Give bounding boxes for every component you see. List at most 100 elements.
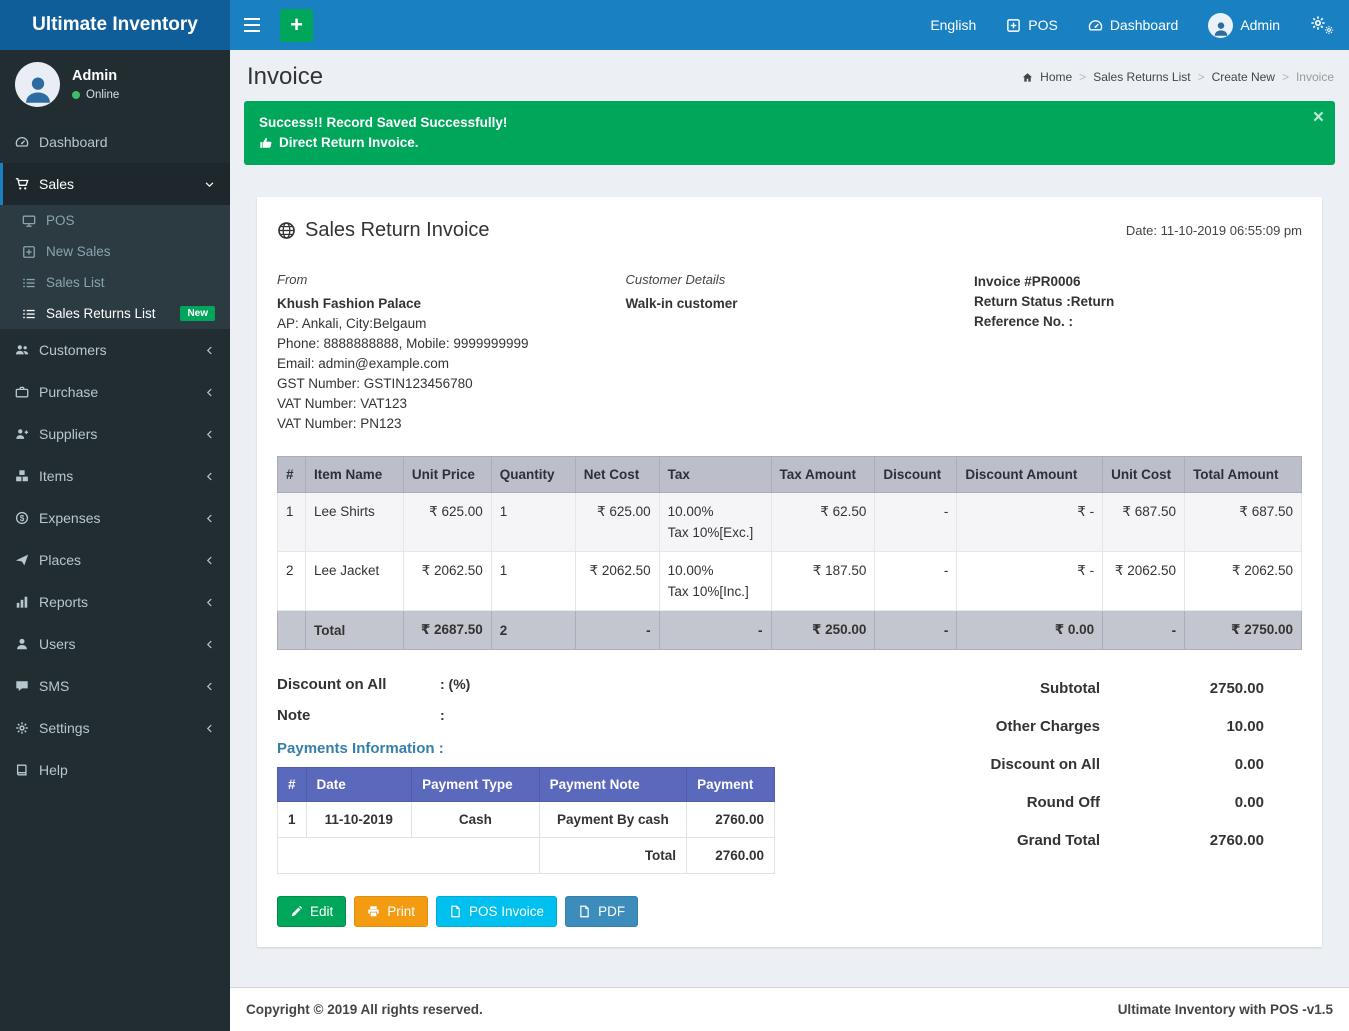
cell-sn: 2	[278, 552, 306, 611]
sidebar-item-help[interactable]: Help	[0, 749, 230, 791]
edit-button[interactable]: Edit	[277, 896, 346, 927]
column-header-unit-cost: Unit Cost	[1103, 457, 1185, 493]
column-header-item-name: Item Name	[305, 457, 403, 493]
chevron-left-icon	[204, 345, 215, 356]
user-menu[interactable]: Admin	[1193, 0, 1295, 50]
cell-tax-amount: ₹ 62.50	[771, 493, 875, 552]
language-label: English	[930, 17, 976, 33]
cell-unit-price: ₹ 2062.50	[403, 552, 491, 611]
breadcrumb: Home > Sales Returns List > Create New >…	[1022, 70, 1334, 84]
sidebar-toggle-button[interactable]	[230, 0, 274, 50]
pdf-icon	[578, 905, 591, 918]
dashboard-link[interactable]: Dashboard	[1073, 0, 1194, 50]
sidebar-item-label: Sales List	[46, 275, 105, 290]
sidebar-item-customers[interactable]: Customers	[0, 329, 230, 371]
return-status: Return Status :Return	[974, 292, 1302, 312]
pos-link[interactable]: POS	[991, 0, 1073, 50]
chevron-left-icon	[204, 597, 215, 608]
copyright-text: Copyright © 2019 All rights reserved.	[246, 1002, 483, 1017]
sidebar-profile: Admin Online	[0, 50, 230, 121]
online-dot-icon	[72, 91, 80, 99]
add-button[interactable]: +	[280, 9, 313, 42]
invoice-number: Invoice #PR0006	[974, 272, 1302, 292]
app-title: Ultimate Inventory	[32, 14, 198, 36]
summary-row-discount-on-all: Discount on All 0.00	[991, 756, 1264, 773]
from-label: From	[277, 272, 626, 287]
summary-row-other-charges: Other Charges 10.00	[991, 718, 1264, 735]
sidebar-item-expenses[interactable]: Expenses	[0, 497, 230, 539]
total-discount: -	[875, 611, 957, 650]
cell-net-cost: ₹ 625.00	[575, 493, 659, 552]
cell-unit-price: ₹ 625.00	[403, 493, 491, 552]
cell-tax-amount: ₹ 187.50	[771, 552, 875, 611]
customer-details-label: Customer Details	[626, 272, 975, 287]
chevron-left-icon	[204, 639, 215, 650]
sidebar-item-dashboard[interactable]: Dashboard	[0, 121, 230, 163]
language-menu[interactable]: English	[915, 0, 991, 50]
pdf-button[interactable]: PDF	[565, 896, 638, 927]
items-total-row: Total ₹ 2687.50 2 - - ₹ 250.00 - ₹ 0.00 …	[278, 611, 1302, 650]
chevron-left-icon	[204, 429, 215, 440]
sidebar-item-new-sales[interactable]: New Sales	[0, 236, 230, 267]
sidebar-item-reports[interactable]: Reports	[0, 581, 230, 623]
cell-unit-cost: ₹ 687.50	[1103, 493, 1185, 552]
cell-item-name: Lee Shirts	[305, 493, 403, 552]
sidebar-item-users[interactable]: Users	[0, 623, 230, 665]
pos-icon	[22, 214, 36, 228]
app-logo[interactable]: Ultimate Inventory	[0, 0, 230, 50]
footer: Copyright © 2019 All rights reserved. Ul…	[230, 987, 1349, 1031]
total-unit-cost: -	[1103, 611, 1185, 650]
sms-icon	[15, 679, 29, 693]
cell-sn: 1	[278, 493, 306, 552]
cell-payment-note: Payment By cash	[539, 802, 686, 838]
close-icon[interactable]: ×	[1313, 107, 1324, 129]
breadcrumb-home[interactable]: Home	[1040, 70, 1072, 84]
breadcrumb-create-new[interactable]: Create New	[1212, 70, 1275, 84]
column-header-payment-note: Payment Note	[539, 768, 686, 802]
plus-icon: +	[290, 14, 303, 36]
sidebar-item-sales-list[interactable]: Sales List	[0, 267, 230, 298]
chevron-left-icon	[204, 681, 215, 692]
company-vat-1: VAT Number: VAT123	[277, 394, 626, 414]
cell-tax: 10.00% Tax 10%[Inc.]	[659, 552, 771, 611]
user-name: Admin	[1240, 17, 1280, 33]
sidebar-item-items[interactable]: Items	[0, 455, 230, 497]
sidebar-item-sales[interactable]: Sales	[0, 163, 230, 205]
payments-title: Payments Information :	[277, 740, 837, 757]
settings-icon	[15, 721, 29, 735]
column-header-discount-amount: Discount Amount	[957, 457, 1103, 493]
sidebar-item-purchase[interactable]: Purchase	[0, 371, 230, 413]
column-header-payment-type: Payment Type	[412, 768, 540, 802]
dashboard-icon	[15, 135, 29, 149]
expenses-icon	[15, 511, 29, 525]
sidebar-item-suppliers[interactable]: Suppliers	[0, 413, 230, 455]
sidebar-item-settings[interactable]: Settings	[0, 707, 230, 749]
settings-menu[interactable]	[1295, 0, 1349, 50]
total-label: Total	[305, 611, 403, 650]
sidebar-item-pos[interactable]: POS	[0, 205, 230, 236]
items-table: # Item Name Unit Price Quantity Net Cost…	[277, 456, 1302, 650]
column-header-total-amount: Total Amount	[1185, 457, 1302, 493]
payments-total-row: Total 2760.00	[278, 838, 775, 874]
sidebar-item-label: Items	[39, 468, 73, 484]
globe-icon	[277, 221, 296, 240]
cell-net-cost: ₹ 2062.50	[575, 552, 659, 611]
print-button[interactable]: Print	[354, 896, 428, 927]
total-unit-price: ₹ 2687.50	[403, 611, 491, 650]
purchase-icon	[15, 385, 29, 399]
sidebar-item-sales-returns-list[interactable]: Sales Returns List New	[0, 298, 230, 329]
action-buttons: Edit Print POS Invoice PDF	[277, 896, 837, 927]
company-gst: GST Number: GSTIN123456780	[277, 374, 626, 394]
sidebar-item-places[interactable]: Places	[0, 539, 230, 581]
hamburger-icon	[244, 18, 260, 20]
company-phone: Phone: 8888888888, Mobile: 9999999999	[277, 334, 626, 354]
invoice-card: Sales Return Invoice Date: 11-10-2019 06…	[257, 197, 1322, 947]
pos-invoice-button[interactable]: POS Invoice	[436, 896, 557, 927]
total-tax-amount: ₹ 250.00	[771, 611, 875, 650]
total-total-amount: ₹ 2750.00	[1185, 611, 1302, 650]
breadcrumb-sales-returns-list[interactable]: Sales Returns List	[1093, 70, 1190, 84]
sidebar-item-sms[interactable]: SMS	[0, 665, 230, 707]
cell-item-name: Lee Jacket	[305, 552, 403, 611]
total-discount-amount: ₹ 0.00	[957, 611, 1103, 650]
help-icon	[15, 763, 29, 777]
